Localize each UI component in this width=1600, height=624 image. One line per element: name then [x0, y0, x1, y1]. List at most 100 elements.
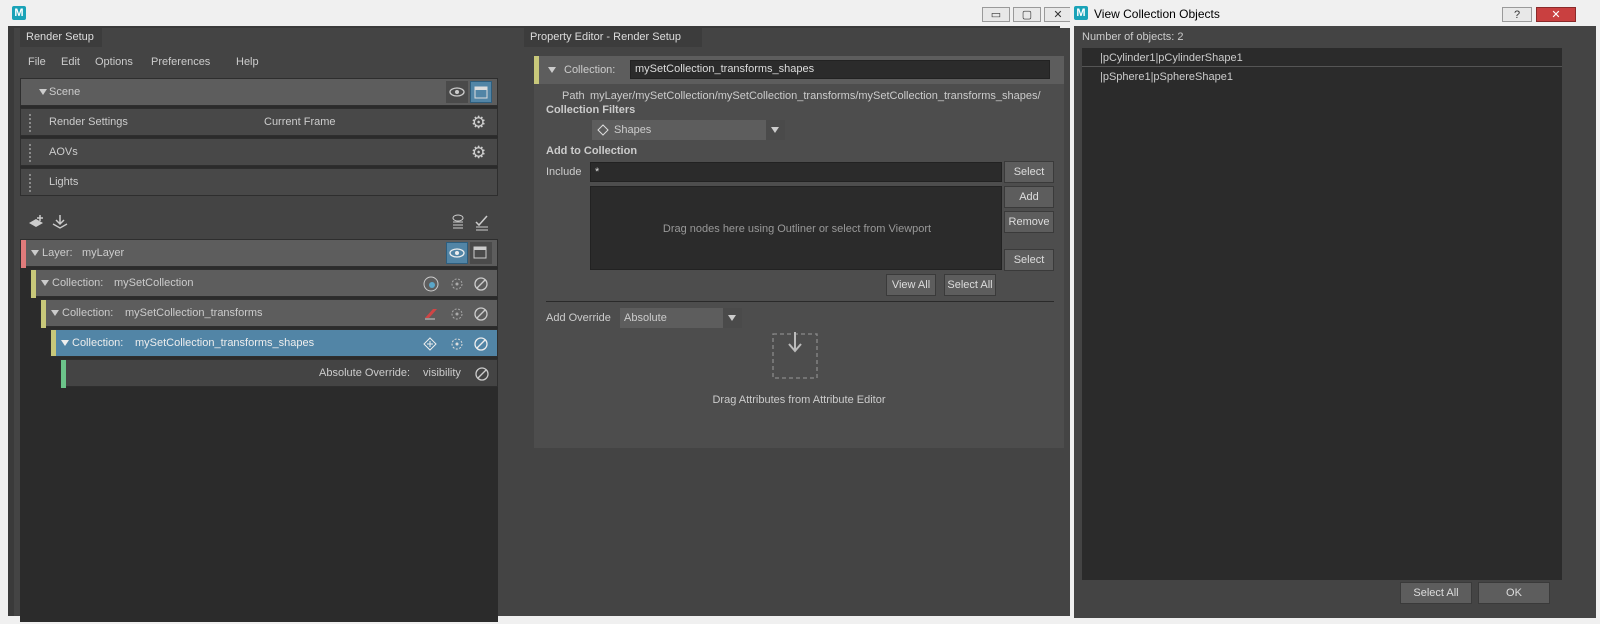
collection-row-2[interactable]: Collection: mySetCollection_transforms [40, 299, 498, 328]
create-layer-icon[interactable] [26, 212, 46, 232]
minimize-button[interactable]: ▭ [982, 7, 1010, 22]
collapse-triangle-icon[interactable] [51, 310, 59, 316]
layer-color-bar [21, 240, 26, 268]
scene-row-lights[interactable]: Lights [20, 168, 498, 196]
scene-header[interactable]: Scene [20, 78, 498, 106]
drag-attributes-hint: Drag Attributes from Attribute Editor [712, 394, 886, 406]
override-type-dropdown[interactable]: Absolute [620, 308, 742, 328]
drop-area[interactable]: Drag nodes here using Outliner or select… [590, 186, 1002, 270]
menu-file[interactable]: File [28, 56, 46, 68]
collection-field-label: Collection: [564, 64, 616, 76]
select-button[interactable]: Select [1004, 161, 1054, 183]
select-all-button[interactable]: Select All [1400, 582, 1472, 604]
visibility-toggle[interactable] [446, 81, 468, 103]
layer-row[interactable]: Layer: myLayer [20, 239, 498, 268]
ok-button[interactable]: OK [1478, 582, 1550, 604]
collection-name[interactable]: mySetCollection_transforms [125, 307, 263, 319]
disable-icon[interactable] [471, 274, 491, 294]
accept-list-icon[interactable] [472, 212, 492, 232]
override-row[interactable]: Absolute Override: visibility [60, 359, 498, 388]
close-button[interactable]: ✕ [1044, 7, 1072, 22]
drop-hint: Drag nodes here using Outliner or select… [662, 223, 932, 235]
render-setup-tab[interactable]: Render Setup [20, 28, 102, 47]
override-type-value: Absolute [624, 312, 667, 324]
menu-options[interactable]: Options [95, 56, 133, 68]
collection-row-3-selected[interactable]: Collection: mySetCollection_transforms_s… [50, 329, 498, 357]
add-to-collection-heading: Add to Collection [546, 145, 638, 157]
property-editor-panel: Property Editor - Render Setup Collectio… [524, 28, 1080, 616]
property-editor-tab[interactable]: Property Editor - Render Setup [524, 28, 702, 47]
collection-filters-heading: Collection Filters [546, 104, 636, 116]
eye-icon [449, 87, 465, 97]
object-list: |pCylinder1|pCylinderShape1 |pSphere1|pS… [1082, 48, 1562, 580]
view-all-button[interactable]: View All [886, 274, 936, 296]
add-button[interactable]: Add [1004, 186, 1054, 208]
maya-logo-icon: M [12, 6, 26, 20]
select-button-2[interactable]: Select [1004, 249, 1054, 271]
gear-icon[interactable]: ⚙ [471, 143, 486, 163]
collection-name-field[interactable]: mySetCollection_transforms_shapes [630, 60, 1050, 79]
close-button[interactable]: ✕ [1536, 7, 1576, 22]
main-titlebar: M ▭ ▢ ✕ [0, 0, 1072, 26]
filter-dropdown[interactable]: Shapes [592, 120, 785, 140]
collection-name[interactable]: mySetCollection_transforms_shapes [135, 337, 314, 349]
collapse-triangle-icon[interactable] [41, 280, 49, 286]
remove-button[interactable]: Remove [1004, 211, 1054, 233]
isolate-icon[interactable] [447, 274, 467, 294]
view-objects-titlebar: M View Collection Objects ? ✕ [1070, 0, 1600, 26]
menu-edit[interactable]: Edit [61, 56, 80, 68]
collapse-triangle-icon[interactable] [39, 89, 47, 95]
isolate-icon[interactable] [447, 304, 467, 324]
include-field[interactable]: * [590, 162, 1002, 182]
scene-row-aovs[interactable]: AOVs ⚙ [20, 138, 498, 166]
import-icon[interactable] [50, 212, 70, 232]
collapse-triangle-icon[interactable] [548, 67, 556, 73]
object-count: Number of objects: 2 [1082, 31, 1184, 43]
renderable-toggle[interactable] [470, 81, 492, 103]
dropdown-arrow-box[interactable] [766, 120, 785, 140]
override-attr: visibility [423, 367, 461, 379]
add-override-label: Add Override [546, 312, 611, 324]
disable-icon[interactable] [471, 334, 491, 354]
collection-header[interactable]: Collection: mySetCollection_transforms_s… [534, 56, 1064, 84]
render-setup-panel: Render Setup File Edit Options Preferenc… [14, 28, 524, 622]
layer-renderable-toggle[interactable] [470, 242, 492, 264]
collection-label: Collection: [72, 337, 124, 349]
list-item[interactable]: |pCylinder1|pCylinderShape1 [1082, 48, 1562, 67]
view-objects-body: Number of objects: 2 |pCylinder1|pCylind… [1074, 26, 1596, 618]
collection-color-bar [31, 270, 36, 298]
select-all-button[interactable]: Select All [944, 274, 996, 296]
drag-grip-icon[interactable] [29, 144, 33, 162]
scene-row-render-settings[interactable]: Render Settings Current Frame ⚙ [20, 108, 498, 136]
aovs-label: AOVs [49, 146, 78, 158]
divider [546, 301, 1054, 302]
disable-icon[interactable] [472, 364, 492, 384]
gear-icon[interactable]: ⚙ [471, 113, 486, 133]
isolate-icon[interactable] [447, 334, 467, 354]
collection-name[interactable]: mySetCollection [114, 277, 193, 289]
disable-icon[interactable] [471, 304, 491, 324]
render-layers-icon[interactable] [448, 212, 468, 232]
clapperboard-icon [474, 86, 488, 99]
menu-help[interactable]: Help [236, 56, 259, 68]
maya-logo-icon: M [1074, 6, 1088, 20]
collapse-triangle-icon[interactable] [61, 340, 69, 346]
collection-row-1[interactable]: Collection: mySetCollection [30, 269, 498, 298]
list-item[interactable]: |pSphere1|pSphereShape1 [1082, 68, 1562, 87]
tree-toolbar [24, 210, 498, 234]
collapse-triangle-icon[interactable] [31, 250, 39, 256]
maximize-button[interactable]: ▢ [1013, 7, 1041, 22]
layer-label: Layer: [42, 247, 73, 259]
help-button[interactable]: ? [1502, 7, 1532, 22]
dropdown-arrow-box[interactable] [723, 308, 742, 328]
layer-name[interactable]: myLayer [82, 247, 124, 259]
drag-grip-icon[interactable] [29, 114, 33, 132]
menu-preferences[interactable]: Preferences [151, 56, 210, 68]
drop-attributes-icon[interactable] [771, 330, 819, 380]
collection-color-bar [534, 56, 539, 84]
drag-grip-icon[interactable] [29, 174, 33, 192]
window-title: View Collection Objects [1094, 7, 1220, 21]
layer-visibility-toggle[interactable] [446, 242, 468, 264]
collection-color-bar [41, 300, 46, 328]
object-path: |pCylinder1|pCylinderShape1 [1100, 52, 1243, 64]
